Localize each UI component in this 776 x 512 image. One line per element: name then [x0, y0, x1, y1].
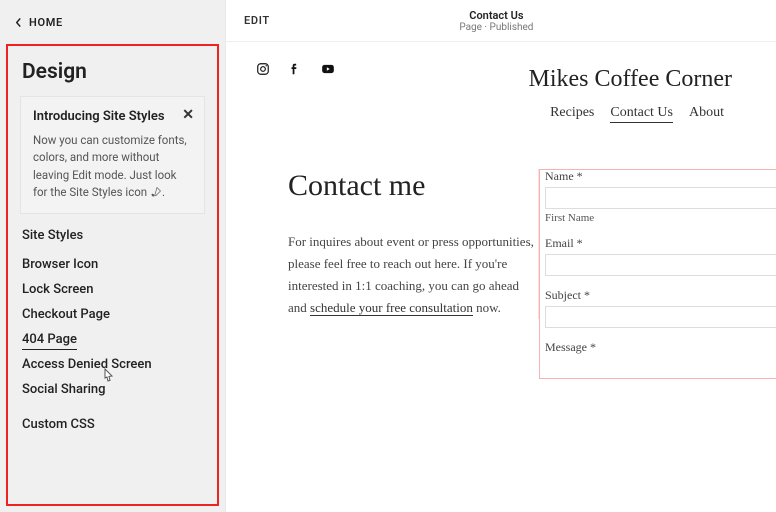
design-panel: Design Introducing Site Styles ✕ Now you… — [6, 44, 219, 506]
context-title: Contact Us — [459, 9, 533, 22]
name-input[interactable] — [545, 187, 776, 209]
intro-card-text-suffix: . — [162, 185, 165, 199]
design-menu-item-label: Checkout Page — [22, 307, 110, 322]
site-nav: Recipes Contact Us About — [226, 105, 732, 121]
canvas-header: EDIT Contact Us Page · Published — [226, 0, 776, 42]
message-label: Message * — [545, 340, 776, 355]
design-menu: Site Styles Browser Icon Lock Screen Check… — [20, 228, 205, 432]
page-title: Contact me — [288, 169, 538, 203]
name-label: Name * — [545, 169, 776, 184]
content-text-block: Contact me For inquires about event or p… — [288, 169, 538, 319]
design-menu-item[interactable]: Access Denied Screen — [22, 357, 203, 372]
intro-card-title: Introducing Site Styles — [33, 109, 192, 124]
home-back-button[interactable]: HOME — [0, 0, 225, 44]
facebook-icon[interactable] — [288, 62, 302, 76]
nav-item[interactable]: Recipes — [550, 105, 594, 120]
subject-label: Subject * — [545, 288, 776, 303]
instagram-icon[interactable] — [256, 62, 270, 76]
brush-icon — [150, 186, 162, 203]
preview-canvas: EDIT Contact Us Page · Published Mikes C… — [225, 0, 776, 512]
custom-css-link[interactable]: Custom CSS — [22, 417, 203, 432]
design-menu-item[interactable]: Browser Icon — [22, 257, 203, 272]
email-label: Email * — [545, 236, 776, 251]
contact-form: Name * First Name Email * Subject * — [538, 169, 776, 319]
site-styles-link[interactable]: Site Styles — [22, 228, 203, 243]
youtube-icon[interactable] — [320, 62, 334, 76]
social-links — [256, 62, 334, 76]
nav-item[interactable]: Contact Us — [610, 105, 673, 123]
design-menu-item[interactable]: 404 Page — [22, 332, 203, 347]
chevron-left-icon — [14, 18, 23, 27]
intro-paragraph: For inquires about event or press opport… — [288, 231, 538, 319]
design-menu-item[interactable]: Social Sharing — [22, 382, 203, 397]
design-menu-item-label: Lock Screen — [22, 282, 94, 297]
intro-card-body: Now you can customize fonts, colors, and… — [33, 132, 192, 203]
design-menu-item[interactable]: Lock Screen — [22, 282, 203, 297]
page-context: Contact Us Page · Published — [459, 9, 533, 33]
home-back-label: HOME — [29, 16, 63, 29]
subject-input[interactable] — [545, 306, 776, 328]
email-input[interactable] — [545, 254, 776, 276]
design-menu-item-label: 404 Page — [22, 332, 77, 350]
rendered-page: Mikes Coffee Corner RecipesContact UsAbo… — [226, 42, 776, 512]
nav-item[interactable]: About — [689, 105, 724, 120]
para-suffix: now. — [473, 300, 501, 315]
edit-button[interactable]: EDIT — [244, 14, 270, 27]
first-name-caption: First Name — [545, 212, 776, 224]
context-subtitle: Page · Published — [459, 22, 533, 33]
design-menu-item-label: Browser Icon — [22, 257, 98, 272]
design-menu-item[interactable]: Checkout Page — [22, 307, 203, 322]
panel-title: Design — [22, 60, 205, 84]
design-menu-item-label: Social Sharing — [22, 382, 106, 397]
page-content: Contact me For inquires about event or p… — [226, 169, 776, 319]
close-icon[interactable]: ✕ — [182, 107, 194, 123]
intro-card: Introducing Site Styles ✕ Now you can cu… — [20, 96, 205, 214]
schedule-link[interactable]: schedule your free consultation — [310, 300, 473, 316]
design-menu-item-label: Access Denied Screen — [22, 357, 152, 372]
